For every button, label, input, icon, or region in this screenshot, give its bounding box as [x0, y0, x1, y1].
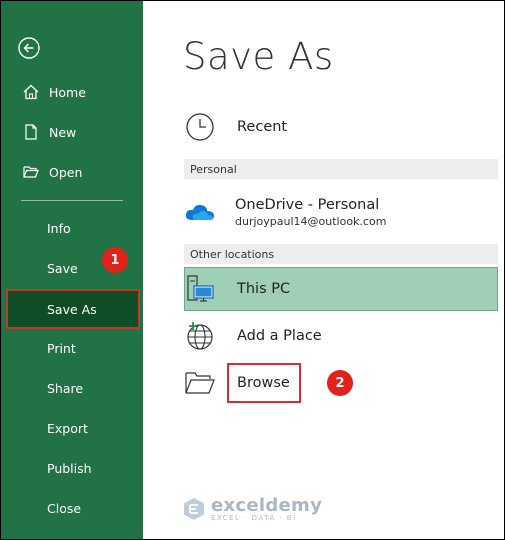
back-button[interactable]: [18, 37, 40, 59]
watermark-name: exceldemy: [211, 495, 323, 516]
computer-icon: [184, 273, 216, 305]
nav-export[interactable]: Export: [1, 408, 143, 448]
nav-open-label: Open: [49, 164, 83, 180]
watermark: exceldemy EXCEL · DATA · BI: [181, 495, 322, 522]
nav-print[interactable]: Print: [1, 328, 143, 368]
cloud-icon: [184, 196, 216, 228]
nav-close[interactable]: Close: [1, 488, 143, 528]
nav-save-as-label: Save As: [47, 301, 97, 317]
location-add-place[interactable]: Add a Place: [184, 320, 322, 352]
location-this-pc-label: This PC: [237, 281, 291, 297]
nav-home[interactable]: Home: [1, 72, 143, 112]
section-header-other-locations: Other locations: [184, 244, 498, 264]
open-folder-icon: [21, 162, 41, 182]
step-1-badge: 1: [102, 247, 128, 273]
location-add-place-label: Add a Place: [237, 328, 322, 344]
nav-share[interactable]: Share: [1, 368, 143, 408]
onedrive-email: durjoypaul14@outlook.com: [235, 214, 387, 228]
new-document-icon: [21, 122, 41, 142]
section-header-personal: Personal: [184, 159, 498, 179]
sidebar-divider: [21, 200, 123, 201]
nav-close-label: Close: [47, 500, 82, 516]
nav-new[interactable]: New: [1, 112, 143, 152]
folder-icon: [184, 367, 216, 399]
nav-publish-label: Publish: [47, 460, 92, 476]
globe-plus-icon: [184, 320, 216, 352]
location-this-pc[interactable]: This PC: [184, 273, 290, 305]
location-recent-label: Recent: [237, 119, 288, 135]
back-arrow-icon: [18, 37, 40, 59]
nav-print-label: Print: [47, 340, 76, 356]
location-onedrive[interactable]: OneDrive - Personal durjoypaul14@outlook…: [184, 196, 386, 228]
nav-share-label: Share: [47, 380, 84, 396]
nav-save-as[interactable]: Save As: [1, 289, 143, 329]
location-recent[interactable]: Recent: [184, 111, 287, 143]
nav-save-label: Save: [47, 260, 78, 276]
nav-publish[interactable]: Publish: [1, 448, 143, 488]
watermark-text: exceldemy EXCEL · DATA · BI: [211, 495, 322, 522]
nav-new-label: New: [49, 124, 77, 140]
page-title: Save As: [183, 35, 334, 78]
onedrive-text: OneDrive - Personal durjoypaul14@outlook…: [235, 197, 386, 228]
nav-export-label: Export: [47, 420, 88, 436]
step-2-badge: 2: [327, 370, 353, 396]
clock-icon: [184, 111, 216, 143]
browse-highlight-box: [227, 363, 301, 403]
save-as-pane: Save As Recent Personal OneDrive - Perso…: [143, 1, 504, 539]
onedrive-label: OneDrive - Personal: [235, 196, 380, 213]
nav-home-label: Home: [49, 84, 86, 100]
nav-open[interactable]: Open: [1, 152, 143, 192]
exceldemy-logo-icon: [184, 497, 204, 520]
backstage-window: Home New Open Info Save Save As Print Sh…: [0, 0, 505, 540]
nav-info[interactable]: Info: [1, 208, 143, 248]
nav-info-label: Info: [47, 220, 71, 236]
home-icon: [21, 82, 41, 102]
